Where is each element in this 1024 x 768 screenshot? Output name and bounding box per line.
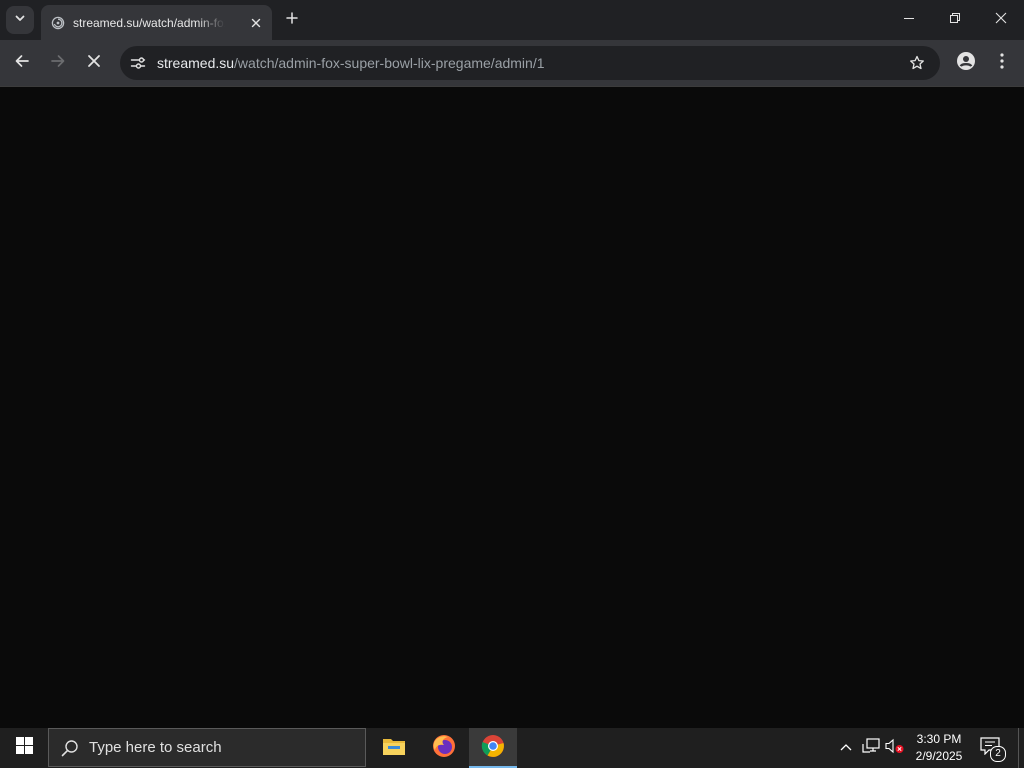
restore-icon xyxy=(949,11,961,29)
taskbar-search-box[interactable]: Type here to search xyxy=(48,728,366,767)
arrow-left-icon xyxy=(14,53,30,74)
taskbar-clock[interactable]: 3:30 PM 2/9/2025 xyxy=(906,731,972,765)
url-text: streamed.su/watch/admin-fox-super-bowl-l… xyxy=(157,55,545,71)
windows-taskbar: Type here to search 3:30 PM 2/9/2025 2 xyxy=(0,728,1024,768)
notification-count-badge: 2 xyxy=(990,746,1006,762)
volume-status[interactable] xyxy=(885,738,905,758)
url-path: /watch/admin-fox-super-bowl-lix-pregame/… xyxy=(234,55,545,71)
search-placeholder: Type here to search xyxy=(89,739,222,756)
browser-tab-strip: streamed.su/watch/admin-fox-super-bowl-l… xyxy=(0,0,1024,40)
clock-time: 3:30 PM xyxy=(916,732,962,746)
close-icon xyxy=(87,54,101,73)
show-desktop-button[interactable] xyxy=(1018,728,1024,768)
clock-date: 2/9/2025 xyxy=(915,749,963,763)
new-tab-button[interactable] xyxy=(282,10,302,30)
volume-muted-icon xyxy=(885,738,905,759)
close-icon xyxy=(995,11,1007,29)
taskbar-app-chrome[interactable] xyxy=(469,728,517,768)
chevron-down-icon xyxy=(14,11,26,29)
action-center-button[interactable]: 2 xyxy=(980,737,1006,762)
close-tab-icon[interactable] xyxy=(248,15,264,31)
network-icon xyxy=(862,737,880,759)
search-icon xyxy=(61,739,79,757)
restore-button[interactable] xyxy=(932,0,978,40)
browser-toolbar: streamed.su/watch/admin-fox-super-bowl-l… xyxy=(0,40,1024,87)
more-vert-icon xyxy=(1000,52,1004,74)
show-hidden-icons-button[interactable] xyxy=(836,738,856,758)
back-button[interactable] xyxy=(8,49,36,77)
firefox-icon xyxy=(432,734,456,763)
close-window-button[interactable] xyxy=(978,0,1024,40)
arrow-right-icon xyxy=(50,53,66,74)
account-icon xyxy=(956,51,976,76)
minimize-icon xyxy=(903,11,915,29)
start-button[interactable] xyxy=(0,728,48,768)
chrome-icon xyxy=(481,734,505,763)
network-status[interactable] xyxy=(861,737,881,759)
plus-icon xyxy=(286,11,298,29)
page-viewport xyxy=(0,87,1024,728)
site-settings-icon[interactable] xyxy=(128,53,148,73)
bookmark-star-icon[interactable] xyxy=(908,54,926,72)
globe-icon xyxy=(51,16,65,30)
stop-loading-button[interactable] xyxy=(80,49,108,77)
url-host: streamed.su xyxy=(157,55,235,71)
browser-tab[interactable]: streamed.su/watch/admin-fox-super-bowl-l… xyxy=(41,5,272,40)
taskbar-app-firefox[interactable] xyxy=(420,728,468,768)
tab-search-button[interactable] xyxy=(6,6,34,34)
forward-button[interactable] xyxy=(44,49,72,77)
profile-button[interactable] xyxy=(952,49,980,77)
address-bar[interactable]: streamed.su/watch/admin-fox-super-bowl-l… xyxy=(120,46,940,80)
chevron-up-icon xyxy=(839,739,853,757)
windows-logo-icon xyxy=(15,737,33,759)
tab-title: streamed.su/watch/admin-fox-super-bowl-l… xyxy=(73,15,225,30)
minimize-button[interactable] xyxy=(886,0,932,40)
taskbar-app-file-explorer[interactable] xyxy=(370,728,418,768)
file-explorer-icon xyxy=(382,735,406,762)
menu-button[interactable] xyxy=(988,49,1016,77)
